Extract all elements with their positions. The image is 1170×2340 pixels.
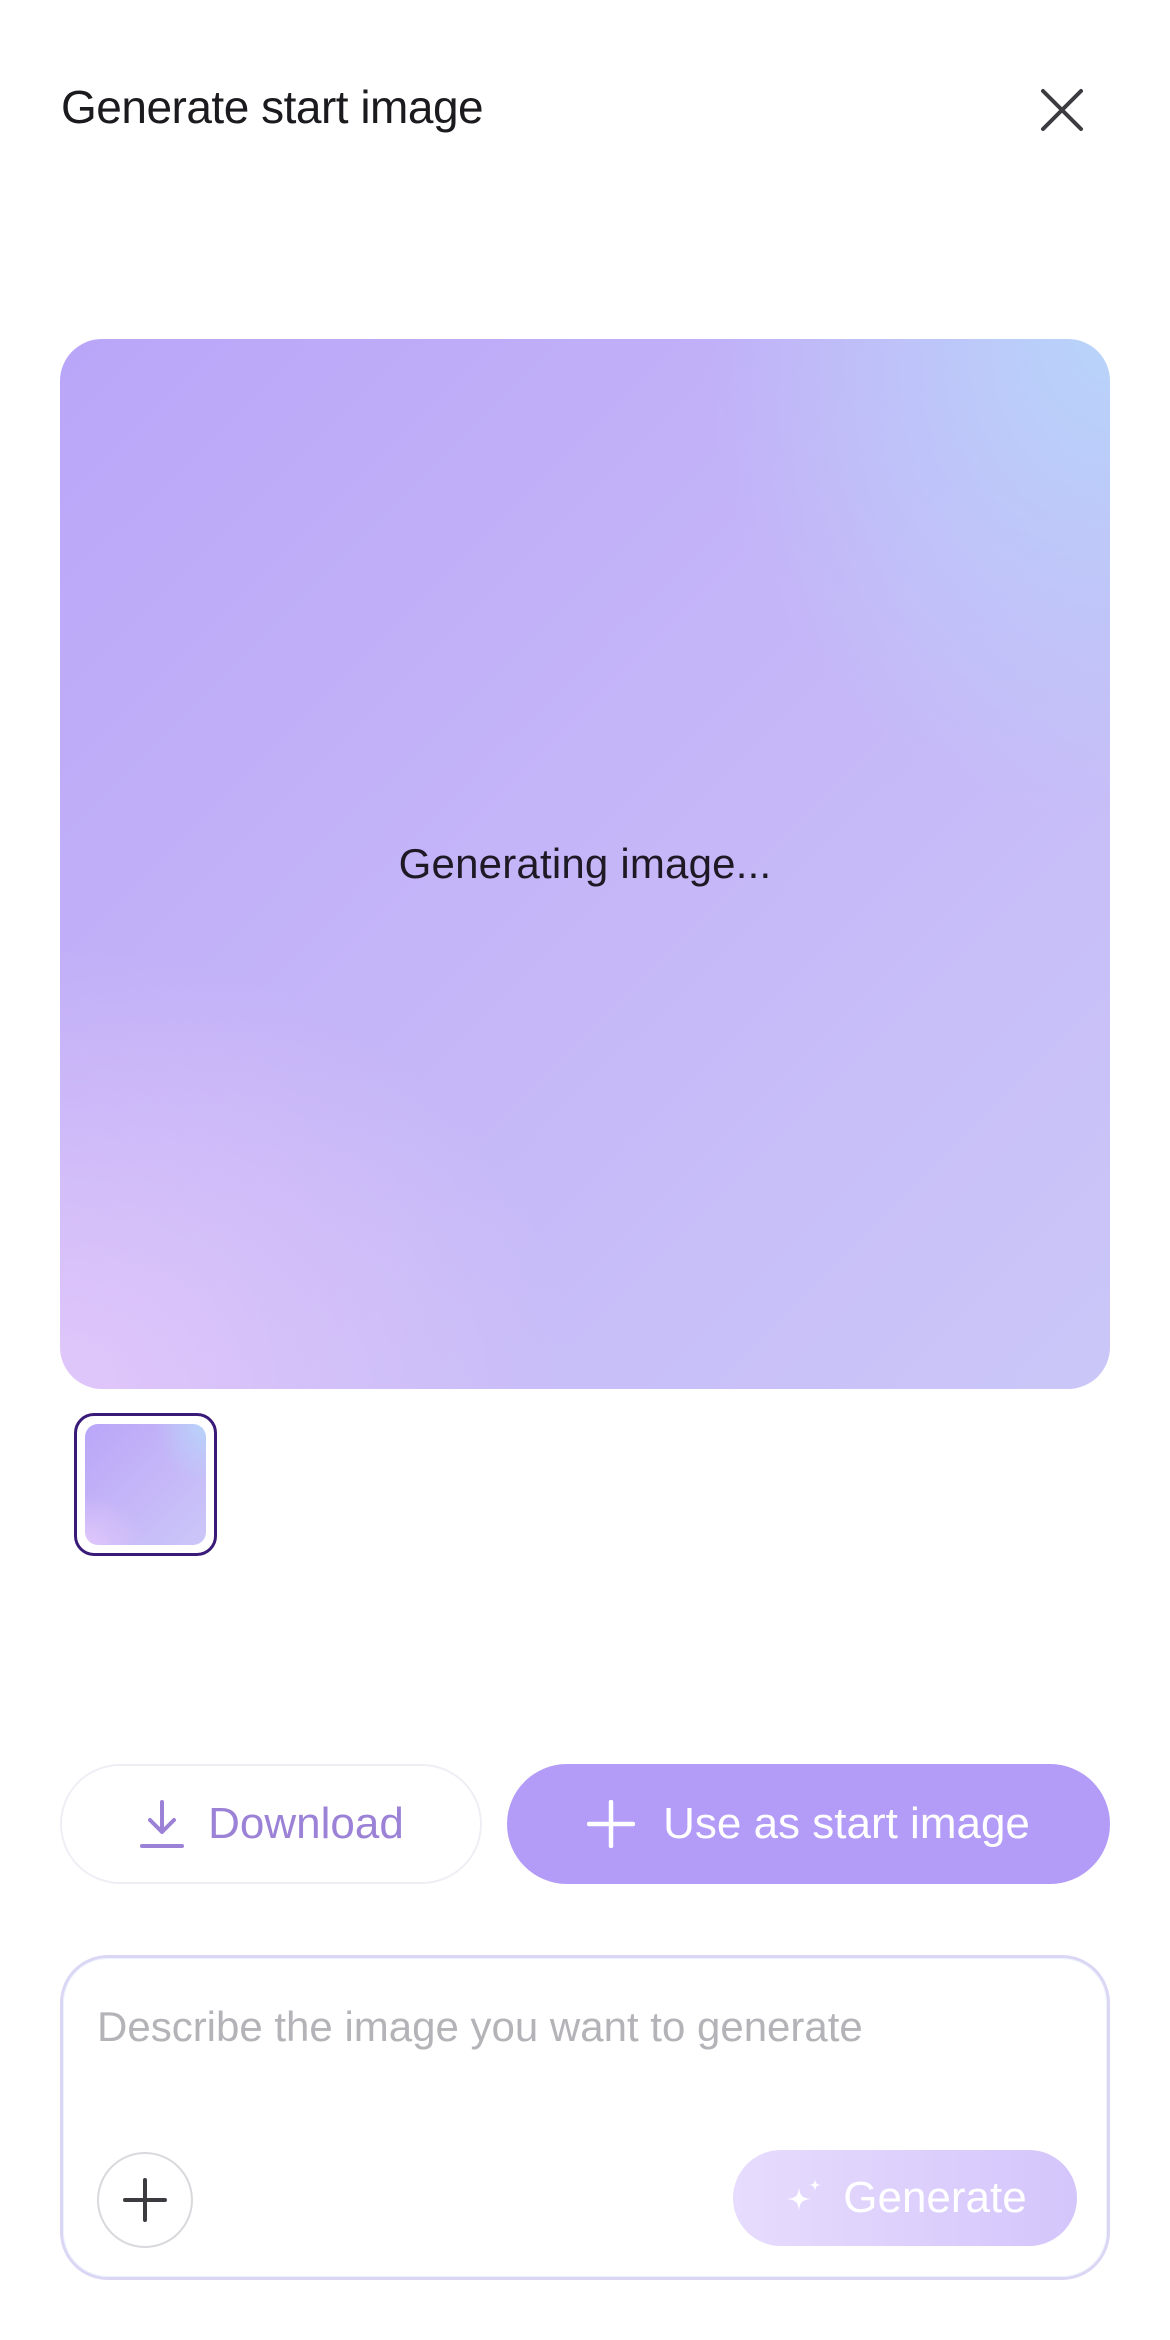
generating-status: Generating image...	[398, 840, 772, 887]
plus-icon	[123, 2178, 167, 2222]
use-as-start-image-button[interactable]: Use as start image	[507, 1764, 1110, 1884]
prompt-input[interactable]	[97, 1992, 1057, 2062]
thumbnail-selected[interactable]	[74, 1413, 217, 1556]
page-title: Generate start image	[61, 81, 484, 133]
close-icon	[1041, 89, 1083, 131]
generate-button[interactable]: Generate	[733, 2150, 1077, 2246]
dialog-header: Generate start image	[0, 0, 1170, 220]
download-label: Download	[208, 1799, 404, 1848]
thumbnail-image	[85, 1424, 206, 1545]
download-icon	[140, 1800, 185, 1848]
generate-label: Generate	[843, 2173, 1027, 2222]
plus-icon	[587, 1800, 636, 1848]
prompt-composer: Generate	[60, 1955, 1110, 2280]
add-attachment-button[interactable]	[97, 2152, 193, 2248]
use-as-start-image-label: Use as start image	[663, 1799, 1030, 1848]
sparkle-icon	[787, 2179, 822, 2211]
image-preview: Generating image...	[60, 339, 1110, 1389]
close-button[interactable]	[1030, 78, 1094, 142]
download-button[interactable]: Download	[60, 1764, 482, 1884]
